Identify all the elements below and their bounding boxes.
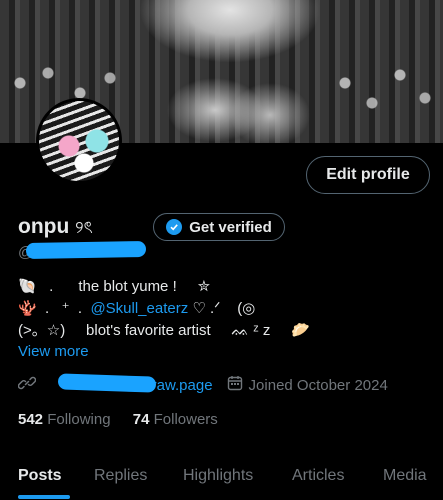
profile-tabs: Posts Replies Highlights Articles Media xyxy=(0,454,443,500)
view-more-link[interactable]: View more xyxy=(18,343,89,360)
display-name: onpu xyxy=(18,215,70,238)
link-icon xyxy=(17,374,37,396)
bio-line-3: (>。☆) blot's favorite artist ᨐ ᶻ z 🥟 xyxy=(18,322,310,339)
tab-media[interactable]: Media xyxy=(383,467,427,485)
bio-line-1: 🐚 . the blot yume ! ✮ xyxy=(18,278,211,295)
tab-highlights[interactable]: Highlights xyxy=(183,467,253,485)
name-glyph: ୨ৎ xyxy=(75,218,93,237)
tab-replies[interactable]: Replies xyxy=(94,467,147,485)
calendar-icon xyxy=(227,375,243,395)
profile-name: onpu ୨ৎ xyxy=(18,215,93,243)
tab-articles[interactable]: Articles xyxy=(292,467,344,485)
avatar[interactable] xyxy=(36,98,122,184)
following-link[interactable]: 542 Following xyxy=(18,411,111,428)
bio: 🐚 . the blot yume ! ✮ 🪸 . ⁺ . @Skull_eat… xyxy=(18,276,310,342)
verified-check-icon xyxy=(166,219,183,235)
edit-profile-button[interactable]: Edit profile xyxy=(306,156,430,194)
tab-posts[interactable]: Posts xyxy=(18,467,62,485)
get-verified-button[interactable]: Get verified xyxy=(153,213,285,241)
redaction-scribble xyxy=(57,373,157,393)
active-tab-indicator xyxy=(18,495,70,499)
get-verified-label: Get verified xyxy=(189,218,272,236)
follow-stats: 542 Following 74 Followers xyxy=(18,411,218,428)
joined-date: Joined October 2024 xyxy=(248,376,388,394)
followers-link[interactable]: 74 Followers xyxy=(133,411,218,428)
bio-line-2: 🪸 . ⁺ . @Skull_eaterz ♡ .ᐟ (◎ xyxy=(18,300,256,317)
mention-link[interactable]: @Skull_eaterz xyxy=(90,300,188,317)
profile-meta: straw.page Joined October 2024 xyxy=(17,373,388,396)
redaction-scribble xyxy=(25,240,147,260)
